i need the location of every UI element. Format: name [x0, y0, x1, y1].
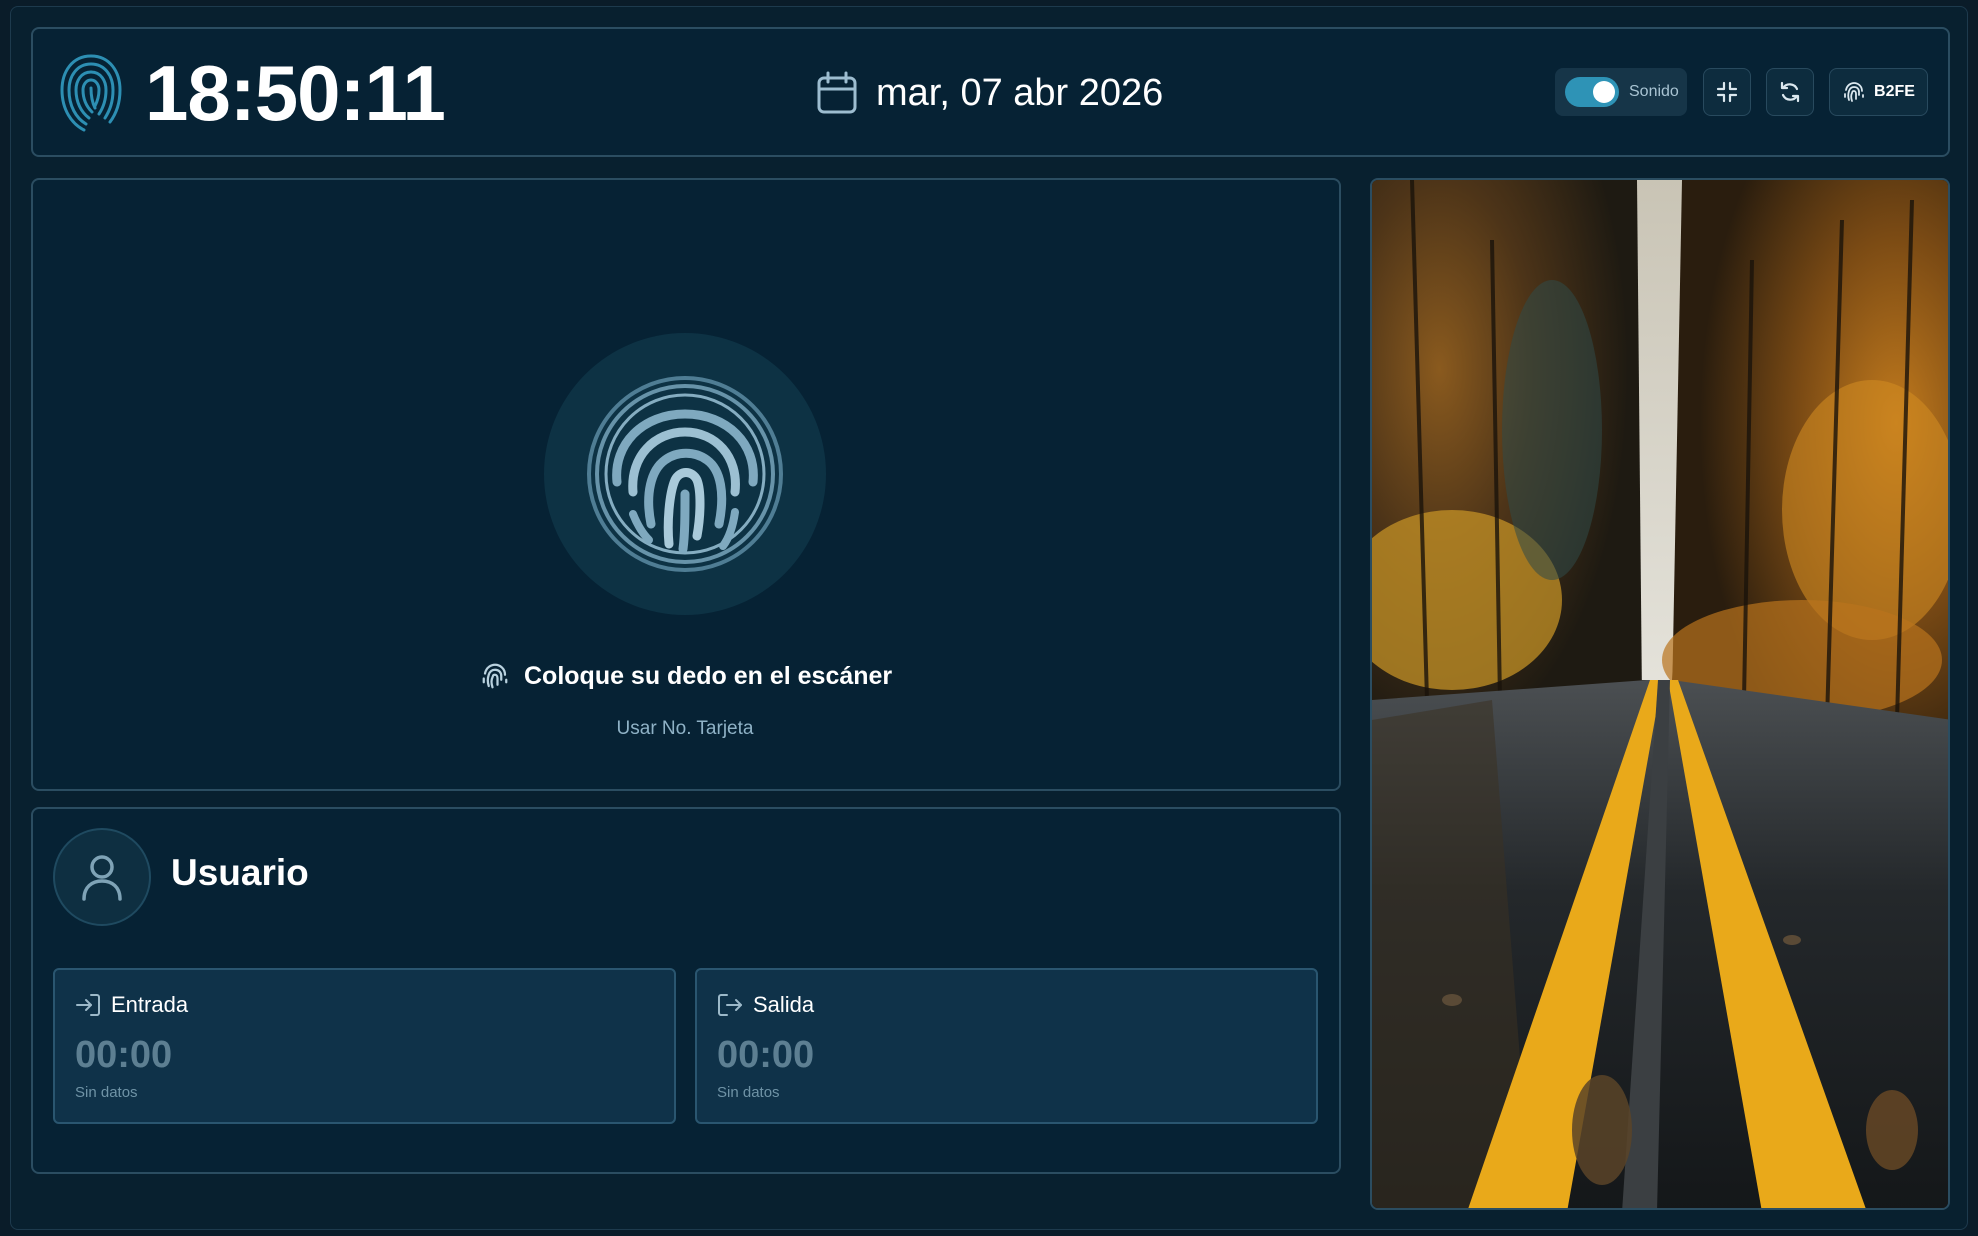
device-button[interactable]: B2FE [1829, 68, 1928, 116]
device-label: B2FE [1874, 83, 1915, 100]
entrada-label: Entrada [111, 992, 189, 1017]
date-text: mar, 07 abr 2026 [876, 71, 1164, 114]
calendar-icon [817, 71, 857, 114]
entrada-card: Entrada 00:00 Sin datos [53, 968, 676, 1124]
toggle-knob [1593, 81, 1615, 103]
clock-display: 18:50:11 [145, 49, 446, 137]
login-icon [76, 994, 100, 1016]
sound-label: Sonido [1629, 83, 1679, 100]
refresh-icon [1780, 81, 1800, 103]
salida-card: Salida 00:00 Sin datos [695, 968, 1318, 1124]
refresh-button[interactable] [1766, 68, 1814, 116]
entrada-status: Sin datos [75, 1084, 138, 1101]
sound-toggle[interactable]: Sonido [1555, 68, 1687, 116]
collapse-button[interactable] [1703, 68, 1751, 116]
user-icon [82, 855, 122, 901]
fingerprint-logo-icon [58, 52, 124, 132]
use-card-number-link[interactable]: Usar No. Tarjeta [560, 718, 810, 740]
salida-label: Salida [753, 992, 815, 1017]
fingerprint-icon [1844, 82, 1864, 102]
collapse-icon [1716, 81, 1738, 103]
logout-icon [718, 994, 742, 1016]
toggle-switch[interactable] [1565, 77, 1619, 107]
fingerprint-scanner[interactable] [544, 333, 826, 615]
salida-time: 00:00 [717, 1034, 815, 1076]
salida-status: Sin datos [717, 1084, 780, 1101]
fingerprint-icon [587, 376, 783, 572]
scan-prompt: Coloque su dedo en el escáner [480, 660, 892, 692]
fingerprint-icon [482, 663, 508, 689]
date-display: mar, 07 abr 2026 [816, 68, 1163, 118]
background-photo [1370, 178, 1950, 1210]
avatar [53, 828, 151, 926]
user-name: Usuario [171, 852, 309, 893]
scan-prompt-text: Coloque su dedo en el escáner [524, 661, 893, 690]
entrada-time: 00:00 [75, 1034, 173, 1076]
